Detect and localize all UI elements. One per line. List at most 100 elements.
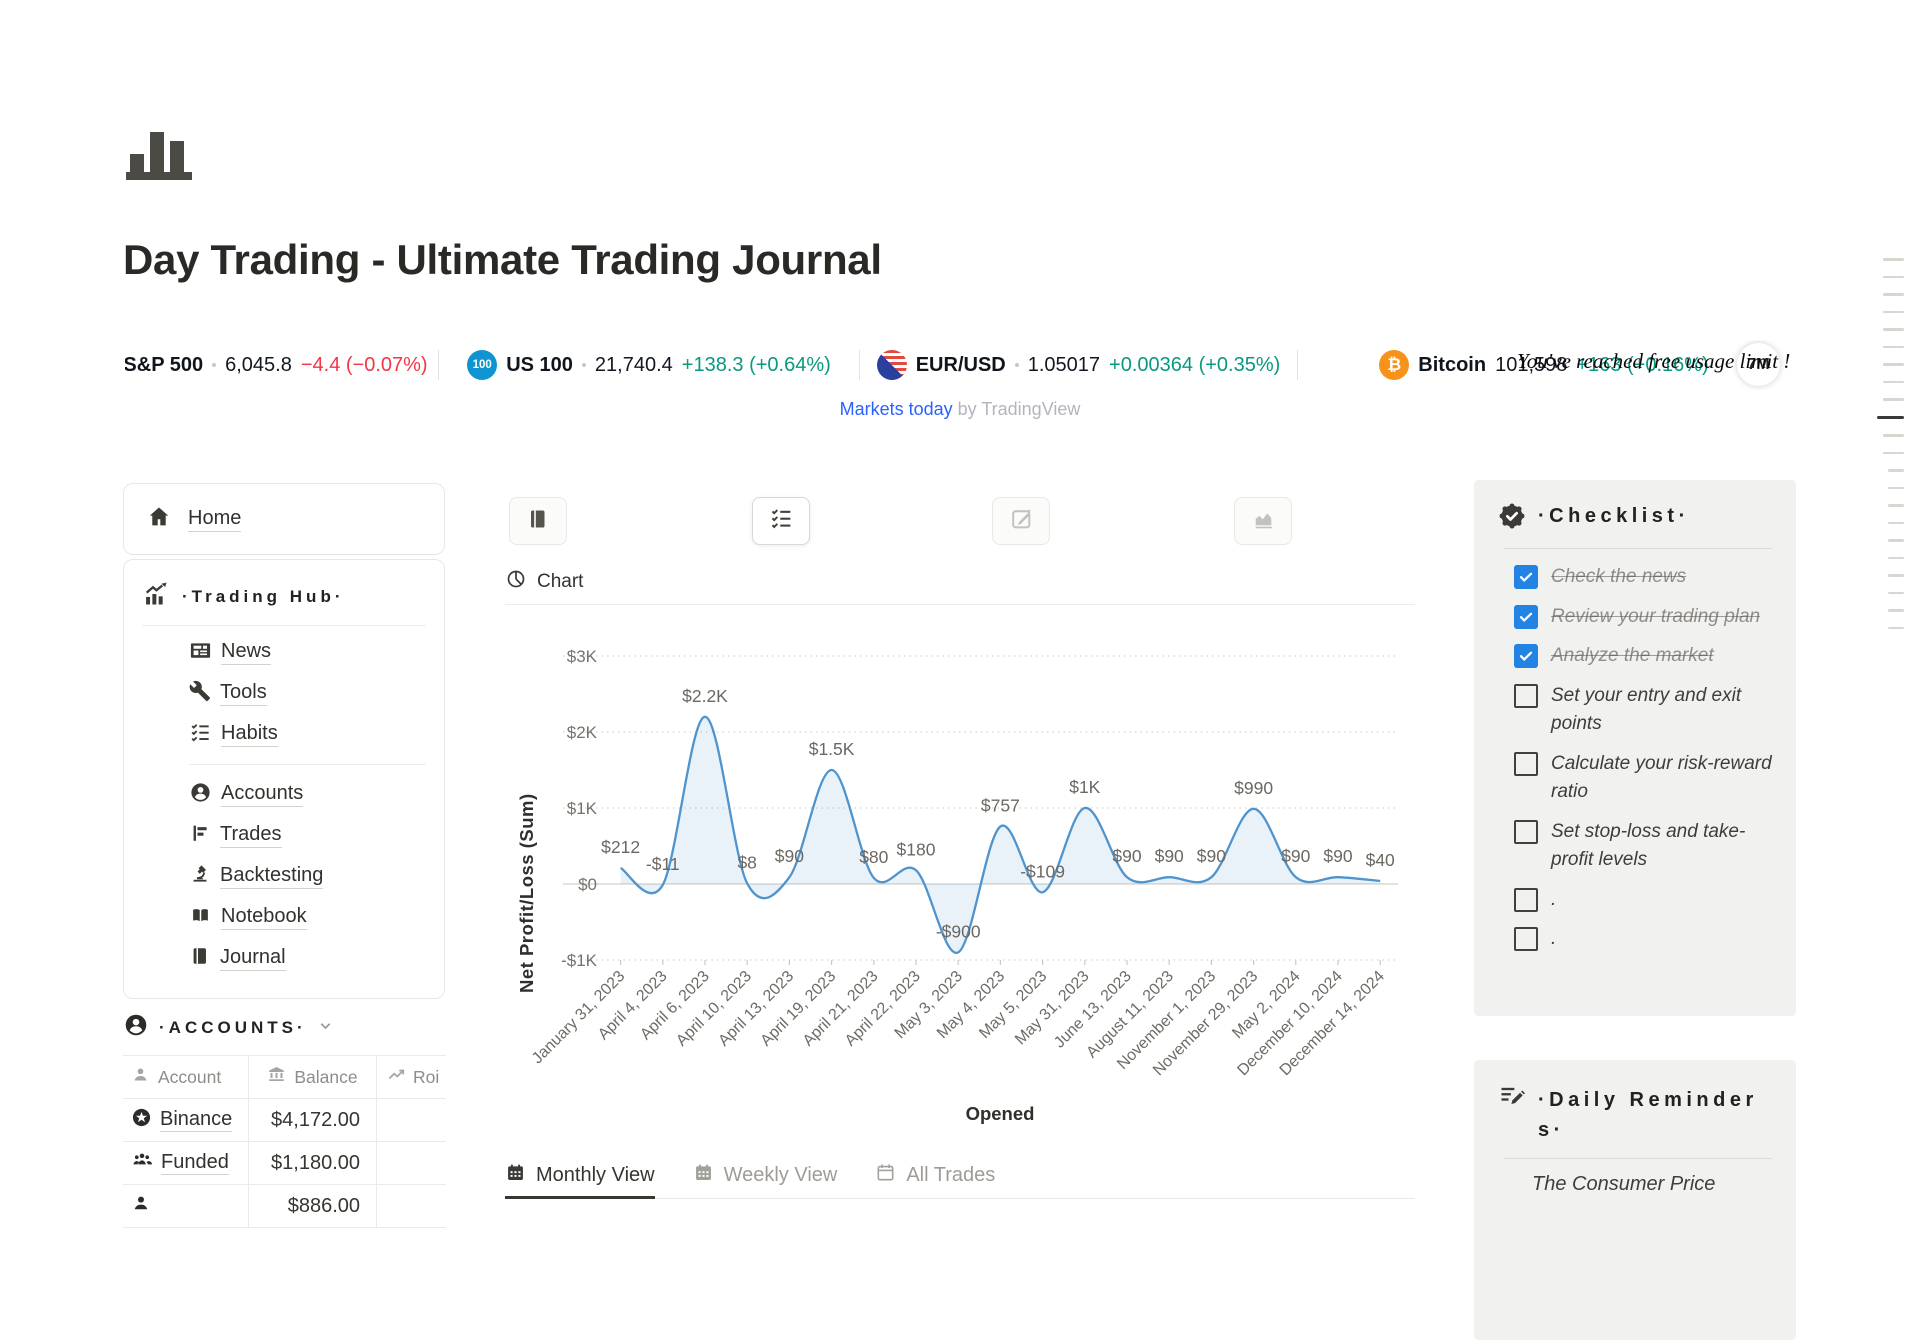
table-row: Binance $4,172.00 bbox=[123, 1099, 446, 1142]
ticker-change: −4.4 (−0.07%) bbox=[301, 354, 428, 377]
accounts-section-header[interactable]: ·ACCOUNTS· bbox=[123, 1012, 334, 1043]
outline-dash[interactable] bbox=[1883, 311, 1904, 314]
checklist-icon bbox=[769, 506, 794, 536]
page-title: Day Trading - Ultimate Trading Journal bbox=[123, 236, 882, 284]
ticker-us100[interactable]: 100 US 100 21,740.4 +138.3 (+0.64%) bbox=[439, 350, 859, 380]
ticker-change: +0.00364 (+0.35%) bbox=[1109, 354, 1280, 377]
svg-text:$3K: $3K bbox=[567, 647, 598, 666]
svg-text:$2K: $2K bbox=[567, 723, 598, 742]
outline-dash[interactable] bbox=[1883, 452, 1904, 455]
roi-cell bbox=[377, 1099, 446, 1141]
outline-dash[interactable] bbox=[1883, 434, 1904, 437]
column-header: Balance bbox=[294, 1067, 357, 1088]
checkbox-unchecked[interactable] bbox=[1514, 888, 1538, 912]
checkbox-unchecked[interactable] bbox=[1514, 927, 1538, 951]
svg-text:$90: $90 bbox=[1155, 846, 1184, 866]
tab-all-trades[interactable]: All Trades bbox=[875, 1162, 995, 1199]
sidebar-item-habits[interactable]: Habits bbox=[189, 714, 426, 755]
checkbox-checked[interactable] bbox=[1514, 605, 1538, 629]
outline-dash[interactable] bbox=[1883, 346, 1904, 349]
svg-text:-$11: -$11 bbox=[646, 854, 680, 874]
roi-cell bbox=[377, 1142, 446, 1184]
ticker-eurusd[interactable]: EUR/USD 1.05017 +0.00364 (+0.35%) bbox=[860, 350, 1297, 380]
checkbox-checked[interactable] bbox=[1514, 644, 1538, 668]
svg-text:April 10, 2023: April 10, 2023 bbox=[673, 968, 755, 1050]
ticker-symbol: EUR/USD bbox=[916, 354, 1006, 377]
outline-dash[interactable] bbox=[1888, 627, 1904, 630]
sidebar-item-trades[interactable]: Trades bbox=[189, 815, 426, 856]
svg-text:April 19, 2023: April 19, 2023 bbox=[758, 968, 840, 1050]
outline-dash[interactable] bbox=[1888, 504, 1904, 507]
tab-weekly-view[interactable]: Weekly View bbox=[693, 1162, 838, 1199]
outline-dash[interactable] bbox=[1888, 487, 1904, 490]
outline-dash[interactable] bbox=[1883, 381, 1904, 384]
checkbox-unchecked[interactable] bbox=[1514, 820, 1538, 844]
sidebar-item-accounts[interactable]: Accounts bbox=[189, 774, 426, 815]
compose-view-button[interactable] bbox=[992, 497, 1050, 545]
usage-limit-notice: You've reached free usage limit ! bbox=[1517, 349, 1790, 374]
outline-dash[interactable] bbox=[1888, 522, 1904, 525]
person-circle-icon bbox=[123, 1012, 149, 1043]
journal-icon bbox=[526, 507, 550, 536]
verified-badge-icon bbox=[1498, 502, 1526, 535]
account-link[interactable]: Funded bbox=[161, 1151, 229, 1175]
checkbox-checked[interactable] bbox=[1514, 565, 1538, 589]
outline-dash[interactable] bbox=[1888, 469, 1904, 472]
people-group-icon bbox=[131, 1149, 153, 1177]
balance-cell: $886.00 bbox=[249, 1185, 377, 1227]
outline-dash[interactable] bbox=[1888, 609, 1904, 612]
chevron-down-icon[interactable] bbox=[317, 1017, 334, 1039]
svg-text:April 13, 2023: April 13, 2023 bbox=[715, 968, 797, 1050]
ticker-change: +138.3 (+0.64%) bbox=[682, 354, 831, 377]
outline-dash[interactable] bbox=[1883, 293, 1904, 296]
home-icon bbox=[146, 504, 172, 535]
page-bar-chart-icon[interactable] bbox=[126, 128, 198, 187]
attribution-rest: by TradingView bbox=[953, 399, 1081, 419]
checklist-view-button[interactable] bbox=[752, 497, 810, 545]
sidebar-item-tools[interactable]: Tools bbox=[189, 673, 426, 714]
sidebar-item-news[interactable]: News bbox=[189, 632, 426, 673]
svg-text:$1.5K: $1.5K bbox=[809, 739, 855, 759]
checklist-item: . bbox=[1514, 925, 1772, 954]
chart-section-header[interactable]: Chart bbox=[505, 568, 583, 596]
svg-text:May 31, 2023: May 31, 2023 bbox=[1012, 968, 1093, 1049]
outline-dash[interactable] bbox=[1888, 557, 1904, 560]
outline-dash[interactable] bbox=[1883, 258, 1904, 261]
page-outline-indicator[interactable] bbox=[1872, 258, 1904, 644]
chart-view-button[interactable] bbox=[1234, 497, 1292, 545]
sidebar-item-backtesting[interactable]: Backtesting bbox=[189, 856, 426, 897]
binance-icon bbox=[131, 1107, 152, 1134]
outline-dash[interactable] bbox=[1883, 328, 1904, 331]
tradingview-attribution: Markets today by TradingView bbox=[0, 399, 1920, 420]
outline-dash[interactable] bbox=[1877, 416, 1904, 420]
balance-cell: $1,180.00 bbox=[249, 1142, 377, 1184]
calendar-icon bbox=[693, 1162, 714, 1189]
checklist-item: Set stop-loss and take-profit levels bbox=[1514, 818, 1772, 875]
sidebar-item-notebook[interactable]: Notebook bbox=[189, 897, 426, 938]
ticker-value: 6,045.8 bbox=[225, 354, 292, 377]
markets-today-link[interactable]: Markets today bbox=[840, 399, 953, 419]
table-row: $886.00 bbox=[123, 1185, 446, 1228]
journal-view-button[interactable] bbox=[509, 497, 567, 545]
checklist-item: . bbox=[1514, 886, 1772, 915]
outline-dash[interactable] bbox=[1888, 574, 1904, 577]
divider bbox=[505, 604, 1415, 605]
outline-dash[interactable] bbox=[1883, 363, 1904, 366]
outline-dash[interactable] bbox=[1888, 539, 1904, 542]
checklist-item: Set your entry and exit points bbox=[1514, 682, 1772, 739]
outline-dash[interactable] bbox=[1883, 398, 1904, 401]
tab-monthly-view[interactable]: Monthly View bbox=[505, 1162, 655, 1199]
checkbox-unchecked[interactable] bbox=[1514, 684, 1538, 708]
outline-dash[interactable] bbox=[1883, 276, 1904, 279]
checklist-title: ·Checklist· bbox=[1538, 505, 1690, 528]
svg-text:$1K: $1K bbox=[1069, 777, 1100, 797]
home-link[interactable]: Home bbox=[188, 507, 241, 532]
outline-dash[interactable] bbox=[1888, 592, 1904, 595]
x-axis-label: Opened bbox=[620, 1103, 1380, 1125]
checklist-panel: ·Checklist· Check the news Review your t… bbox=[1474, 480, 1796, 1016]
checklist-item: Review your trading plan bbox=[1514, 603, 1772, 632]
ticker-sp500[interactable]: S&P 500 6,045.8 −4.4 (−0.07%) bbox=[125, 354, 438, 377]
sidebar-item-journal[interactable]: Journal bbox=[189, 938, 426, 979]
account-link[interactable]: Binance bbox=[160, 1108, 232, 1132]
checkbox-unchecked[interactable] bbox=[1514, 752, 1538, 776]
